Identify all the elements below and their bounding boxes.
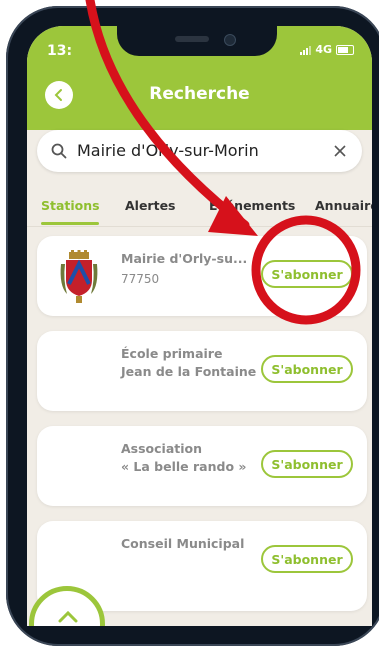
active-tab-indicator [41, 222, 99, 225]
status-time: 13: [47, 43, 73, 59]
subscribe-button[interactable]: S'abonner [261, 545, 353, 573]
phone-frame: 13: 4G Recherche Mairie d'Orly-sur-Morin… [6, 6, 379, 646]
tab-alertes[interactable]: Alertes [125, 198, 176, 213]
notch [117, 26, 277, 56]
result-postcode: 77750 [121, 272, 160, 286]
status-indicators: 4G [300, 43, 354, 56]
search-input[interactable]: Mairie d'Orly-sur-Morin [37, 130, 362, 172]
page-title: Recherche [149, 84, 250, 104]
network-label: 4G [315, 43, 332, 56]
chevron-up-icon [58, 610, 78, 623]
result-name: Mairie d'Orly-su... [121, 251, 248, 266]
app-screen: 13: 4G Recherche Mairie d'Orly-sur-Morin… [27, 26, 372, 626]
tab-annuaire[interactable]: Annuaire [315, 198, 372, 213]
result-card-mairie[interactable]: Mairie d'Orly-su... 77750 S'abonner [37, 236, 367, 316]
signal-icon [300, 45, 312, 55]
result-card-ecole[interactable]: École primaire Jean de la Fontaine S'abo… [37, 331, 367, 411]
result-name-line1: École primaire [121, 346, 223, 361]
result-name-line2: Jean de la Fontaine [121, 364, 257, 379]
tab-stations[interactable]: Stations [41, 198, 100, 213]
result-name-line1: Association [121, 441, 203, 456]
result-name-line2: « La belle rando » [121, 459, 247, 474]
search-value: Mairie d'Orly-sur-Morin [77, 141, 259, 160]
result-name: Conseil Municipal [121, 536, 245, 551]
search-icon [51, 143, 67, 159]
camera [224, 34, 236, 46]
result-card-association[interactable]: Association « La belle rando » S'abonner [37, 426, 367, 506]
battery-icon [336, 44, 354, 55]
tab-bar: Stations Alertes Événements Annuaire [27, 196, 372, 228]
subscribe-button[interactable]: S'abonner [261, 355, 353, 383]
crest-icon [60, 250, 98, 303]
subscribe-button[interactable]: S'abonner [261, 450, 353, 478]
clear-icon[interactable] [332, 143, 348, 159]
tabs-divider [27, 226, 372, 227]
speaker [175, 36, 209, 42]
tab-evenements[interactable]: Événements [209, 198, 295, 213]
subscribe-button[interactable]: S'abonner [261, 260, 353, 288]
app-header: 13: 4G Recherche [27, 26, 372, 130]
